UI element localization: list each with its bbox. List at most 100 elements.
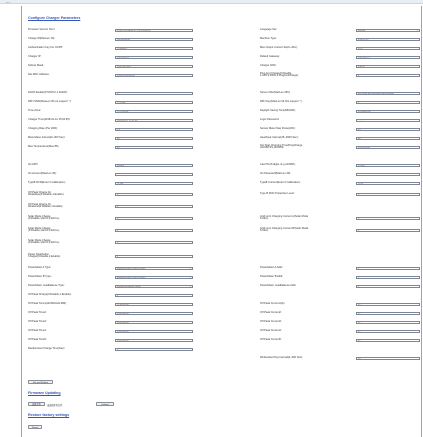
left-label-21: Power Distribution Charge(0:Disable,1:En… [28, 252, 61, 259]
left-label-12: Max Temperature(Max 85): [28, 145, 60, 148]
right-input-18[interactable]: 0 [356, 228, 420, 232]
left-input-18[interactable]: 0 [115, 216, 193, 220]
right-label-24: Off Peak Current3: [260, 320, 282, 323]
right-label-20: PowerMeter B Addr: [260, 275, 284, 278]
left-input-9[interactable]: 2024-05-27 17:47:35 [115, 118, 193, 122]
left-input-1[interactable]: DEG3000001 [115, 37, 193, 41]
right-input-22[interactable]: 32 [356, 302, 420, 306]
left-label-27: Off Peak Time2: [28, 311, 47, 314]
right-input-3[interactable]: 192.168.1.1 [356, 55, 420, 59]
left-label-11: MeterValue Interval(0~300 Sec): [28, 136, 66, 139]
toolbar-icons: ▪ ▪ ▪ [6, 1, 10, 4]
right-input-19[interactable]: 1 [356, 266, 420, 270]
left-label-2: Authentication Key For OCPP: [28, 46, 64, 49]
right-label-26: Off Peak Current5: [260, 338, 282, 341]
choose-file-button[interactable]: 选择文件 [28, 402, 45, 406]
left-input-19[interactable]: 0 [115, 228, 193, 232]
left-input-14[interactable] [115, 172, 193, 176]
top-bar: ▪ ▪ ▪ [0, 0, 423, 4]
right-input-5[interactable]: 0 [356, 73, 420, 77]
left-input-0[interactable]: EVB-D220-BEW-V1.0.0-20240530 [115, 28, 193, 32]
right-input-4[interactable]: 8.8.8.8 [356, 64, 420, 68]
right-input-16[interactable]: 0 [356, 192, 420, 196]
right-label-1: Machine Type: [260, 37, 277, 40]
left-input-12[interactable]: 80 [115, 145, 193, 149]
right-label-27: Websocket Ping Interval(0~300 Sec): [260, 356, 303, 359]
left-input-3[interactable]: 192.168.1.5 [115, 55, 193, 59]
right-label-21: PowerMeter Loadbalance Addr: [260, 284, 297, 287]
right-label-17: Grid Limit Charging Current A(Solar Mode… [260, 214, 309, 221]
left-input-7[interactable]: TP-LINK [115, 100, 193, 104]
left-input-5[interactable]: 00:00:00:00:00:00 [115, 73, 193, 77]
left-label-24: PowerMeter Loadbalance Type: [28, 284, 65, 287]
right-input-24[interactable]: 32 [356, 320, 420, 324]
left-input-10[interactable]: 0.0 [115, 127, 193, 131]
left-label-6: DHCP Enable(0:STATIC,1:DHCP): [28, 91, 68, 94]
left-input-31[interactable]: 0 [115, 347, 193, 351]
right-input-6[interactable]: ws://ocpp.mx.evcpower.com:80/ocpp [356, 91, 420, 95]
right-input-13[interactable]: 123321 [356, 163, 420, 167]
left-input-15[interactable]: -0.188 [115, 181, 193, 185]
right-input-15[interactable]: -0.45 [356, 181, 420, 185]
left-input-26[interactable]: 11:00-16:00 [115, 302, 193, 306]
left-label-20: Solar Mode Charge (0:Disable,1:ECO,2:ECO… [28, 238, 60, 245]
left-input-25[interactable]: 0 [115, 293, 193, 297]
left-input-17[interactable]: 0 [115, 204, 193, 208]
left-label-23: PowerMeter B Type: [28, 275, 52, 278]
right-label-23: Off Peak Current2: [260, 311, 282, 314]
right-input-12[interactable]: 00:00:00-00 [356, 145, 420, 149]
left-label-19: Solar Mode Charge (0:Disable,1:ECO,2:ECO… [28, 226, 60, 233]
right-input-23[interactable]: 32 [356, 311, 420, 315]
configure-title: Configure Charger Parameters [28, 16, 81, 20]
right-input-26[interactable]: 32 [356, 338, 420, 342]
right-input-27[interactable]: 30 [356, 356, 420, 360]
left-input-8[interactable]: UTC+00:00 [115, 109, 193, 113]
right-input-17[interactable]: 0 [356, 216, 420, 220]
firmware-title: Firmware Updating [28, 391, 61, 395]
left-label-10: Charging Rate (Per kWh): [28, 127, 58, 130]
left-input-28[interactable]: 00:00-00:00 [115, 320, 193, 324]
right-input-7[interactable]: 0 [356, 100, 420, 104]
right-input-1[interactable]: EVB-D220 [356, 37, 420, 41]
left-select-23[interactable]: Eastron SDM120 MID(Three) [115, 275, 193, 279]
right-label-8: Daylight Saving Time(MM-DD): [260, 109, 296, 112]
left-label-8: Time Zone: [28, 109, 42, 112]
set-and-reboot-button[interactable]: Set and Reboot [28, 380, 53, 384]
right-input-8[interactable]: 00-00&00-00 [356, 109, 420, 113]
left-input-6[interactable]: 0 [115, 91, 193, 95]
left-input-20[interactable]: 0 [115, 240, 193, 244]
left-label-9: Charger Time(2018-01-12 15:02:35): [28, 118, 71, 121]
left-input-2[interactable]: 12345678 [115, 46, 193, 50]
right-input-20[interactable]: 2 [356, 275, 420, 279]
left-select-24[interactable]: Eastron SDM630(Three) [115, 284, 193, 288]
right-input-14[interactable] [356, 172, 420, 176]
left-input-21[interactable]: 0 [115, 254, 193, 258]
right-input-11[interactable]: 60 [356, 136, 420, 140]
right-label-3: Default Gateway: [260, 55, 280, 58]
right-input-9[interactable]: ****** [356, 118, 420, 122]
left-label-0: Firmware Version Num: [28, 28, 56, 31]
upload-button[interactable]: Upload [96, 402, 114, 406]
right-label-0: Language Set: [260, 28, 277, 31]
right-input-25[interactable]: 32 [356, 329, 420, 333]
right-input-21[interactable]: 3 [356, 284, 420, 288]
left-label-30: Off Peak Time5: [28, 338, 47, 341]
reset-button[interactable]: Reset [28, 425, 42, 429]
right-label-25: Off Peak Current4: [260, 329, 282, 332]
right-label-4: Charger DNS: [260, 64, 277, 67]
right-input-2[interactable]: 32.0 [356, 46, 420, 50]
left-input-11[interactable]: 60 [115, 136, 193, 140]
left-input-29[interactable]: 00:00-00:00 [115, 329, 193, 333]
left-input-13[interactable]: Default [115, 163, 193, 167]
right-select-0[interactable]: English [356, 28, 420, 32]
left-input-16[interactable]: 0 [115, 192, 193, 196]
right-label-5: Plug And Charge(0:Disable, 1:APP,2:RFID,… [260, 71, 299, 78]
right-label-2: Max Output Current Set(6~32A): [260, 46, 298, 49]
right-input-10[interactable]: 40 [356, 127, 420, 131]
left-select-22[interactable]: Eastron SDM120 MID(Three) [115, 266, 193, 270]
left-input-30[interactable]: 00:00-00:00 [115, 338, 193, 342]
panel-right-border [421, 6, 422, 437]
selected-file-name: 未选择任何文件 [47, 404, 63, 407]
left-input-4[interactable]: 255.255.255.0 [115, 64, 193, 68]
left-input-27[interactable]: 00:00-00:00 [115, 311, 193, 315]
